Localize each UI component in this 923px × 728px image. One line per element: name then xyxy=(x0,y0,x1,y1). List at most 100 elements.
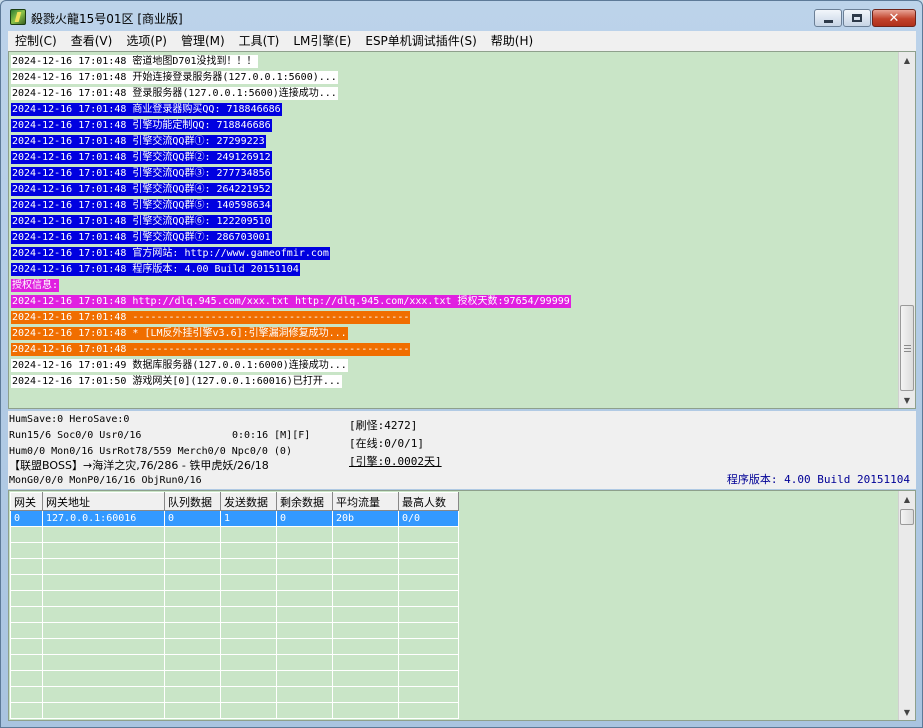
table-row[interactable] xyxy=(10,654,459,671)
table-cell xyxy=(398,702,459,719)
table-cell xyxy=(164,686,221,703)
menu-tools[interactable]: 工具(T) xyxy=(232,31,287,51)
grid-scrollbar[interactable]: ▲ ▼ xyxy=(898,491,915,720)
log-panel[interactable]: 2024-12-16 17:01:48 密道地图D701没找到！！！ 2024-1… xyxy=(8,51,916,409)
log-scroll-thumb[interactable] xyxy=(900,305,914,391)
table-cell xyxy=(42,702,165,719)
column-header[interactable]: 队列数据 xyxy=(164,492,221,511)
main-window: 殺戮火龍15号01区 [商业版] ✕ 控制(C) 查看(V) 选项(P) 管理(… xyxy=(0,0,923,728)
maximize-button[interactable] xyxy=(843,9,871,27)
table-row[interactable] xyxy=(10,670,459,687)
minimize-icon xyxy=(823,19,833,23)
table-row[interactable] xyxy=(10,622,459,639)
table-cell xyxy=(42,558,165,575)
log-line: 2024-12-16 17:01:48 官方网站: http://www.gam… xyxy=(11,246,901,262)
maximize-icon xyxy=(852,14,862,22)
table-cell xyxy=(10,590,43,607)
table-cell xyxy=(398,526,459,543)
scroll-down-arrow-icon[interactable]: ▼ xyxy=(899,392,915,408)
table-cell xyxy=(332,606,399,623)
table-cell xyxy=(276,526,333,543)
close-button[interactable]: ✕ xyxy=(872,9,916,27)
table-row[interactable] xyxy=(10,638,459,655)
window-title: 殺戮火龍15号01区 [商业版] xyxy=(31,12,183,26)
log-line: 2024-12-16 17:01:48 http://dlq.945.com/x… xyxy=(11,294,901,310)
table-cell xyxy=(332,542,399,559)
app-dragon-icon[interactable] xyxy=(10,9,26,25)
menu-manage[interactable]: 管理(M) xyxy=(174,31,232,51)
table-row[interactable] xyxy=(10,686,459,703)
table-cell xyxy=(332,622,399,639)
table-cell xyxy=(398,670,459,687)
column-header[interactable]: 网关地址 xyxy=(42,492,165,511)
table-row[interactable]: 0 127.0.0.1:60016 0 1 0 20b 0/0 xyxy=(10,510,459,527)
minimize-button[interactable] xyxy=(814,9,842,27)
scroll-up-arrow-icon[interactable]: ▲ xyxy=(899,52,915,68)
log-line: 2024-12-16 17:01:48 登录服务器(127.0.0.1:5600… xyxy=(11,86,901,102)
table-row[interactable] xyxy=(10,574,459,591)
column-header[interactable]: 剩余数据 xyxy=(276,492,333,511)
log-line: 2024-12-16 17:01:48 * [LM反外挂引擎v3.6]:引擎漏洞… xyxy=(11,326,901,342)
column-header[interactable]: 最高人数 xyxy=(398,492,459,511)
log-line: 2024-12-16 17:01:48 引擎交流QQ群⑤: 140598634 xyxy=(11,198,901,214)
grid-scroll-thumb[interactable] xyxy=(900,509,914,525)
log-line-text: 2024-12-16 17:01:48 引擎交流QQ群①: 27299223 xyxy=(11,135,266,148)
table-row[interactable] xyxy=(10,590,459,607)
table-cell xyxy=(276,574,333,591)
scroll-up-arrow-icon[interactable]: ▲ xyxy=(899,491,915,507)
table-cell xyxy=(220,542,277,559)
log-line-text: 2024-12-16 17:01:48 * [LM反外挂引擎v3.6]:引擎漏洞… xyxy=(11,327,348,340)
table-cell xyxy=(276,702,333,719)
log-line: 2024-12-16 17:01:48 引擎交流QQ群①: 27299223 xyxy=(11,134,901,150)
close-icon: ✕ xyxy=(888,10,900,26)
menu-options[interactable]: 选项(P) xyxy=(119,31,174,51)
window-controls: ✕ xyxy=(813,9,916,27)
table-cell xyxy=(220,622,277,639)
table-row[interactable] xyxy=(10,526,459,543)
gateway-grid-panel[interactable]: 网关 网关地址 队列数据 发送数据 剩余数据 平均流量 最高人数 0 127.0.0.1:60… xyxy=(8,490,916,721)
table-cell xyxy=(42,542,165,559)
table-cell xyxy=(42,654,165,671)
log-line-text: 2024-12-16 17:01:48 引擎交流QQ群⑥: 122209510 xyxy=(11,215,272,228)
table-row[interactable] xyxy=(10,542,459,559)
log-line-text: 2024-12-16 17:01:50 游戏网关[0](127.0.0.1:60… xyxy=(11,375,342,388)
table-cell: 0 xyxy=(164,510,221,527)
table-cell xyxy=(398,542,459,559)
menu-view[interactable]: 查看(V) xyxy=(64,31,120,51)
column-header[interactable]: 发送数据 xyxy=(220,492,277,511)
table-cell xyxy=(276,654,333,671)
table-cell xyxy=(332,654,399,671)
table-cell xyxy=(332,686,399,703)
log-line-text: 2024-12-16 17:01:49 数据库服务器(127.0.0.1:600… xyxy=(11,359,348,372)
table-cell xyxy=(220,670,277,687)
table-cell xyxy=(164,622,221,639)
status-time: 0:0:16 [M][F] xyxy=(232,430,311,441)
title-bar[interactable]: 殺戮火龍15号01区 [商业版] ✕ xyxy=(1,1,922,31)
table-cell: 127.0.0.1:60016 xyxy=(42,510,165,527)
log-scrollbar[interactable]: ▲ ▼ xyxy=(898,52,915,408)
table-cell xyxy=(276,558,333,575)
table-row[interactable] xyxy=(10,702,459,719)
table-cell xyxy=(10,654,43,671)
log-line: 2024-12-16 17:01:48 引擎交流QQ群③: 277734856 xyxy=(11,166,901,182)
menu-control[interactable]: 控制(C) xyxy=(8,31,64,51)
table-cell xyxy=(10,686,43,703)
table-cell xyxy=(220,638,277,655)
table-cell xyxy=(398,622,459,639)
scroll-down-arrow-icon[interactable]: ▼ xyxy=(899,704,915,720)
menu-lm-engine[interactable]: LM引擎(E) xyxy=(286,31,358,51)
menu-esp-debug-plugin[interactable]: ESP单机调试插件(S) xyxy=(358,31,483,51)
grip-line xyxy=(904,348,911,349)
column-header[interactable]: 网关 xyxy=(10,492,43,511)
status-online: [在线:0/0/1] xyxy=(349,437,424,450)
table-row[interactable] xyxy=(10,606,459,623)
log-line-text: 2024-12-16 17:01:48 登录服务器(127.0.0.1:5600… xyxy=(11,87,338,100)
column-header[interactable]: 平均流量 xyxy=(332,492,399,511)
table-cell xyxy=(164,526,221,543)
table-cell xyxy=(276,686,333,703)
table-cell xyxy=(42,622,165,639)
status-engine[interactable]: [引擎:0.0002天] xyxy=(349,453,442,469)
menu-help[interactable]: 帮助(H) xyxy=(484,31,540,51)
table-row[interactable] xyxy=(10,558,459,575)
table-cell xyxy=(398,590,459,607)
